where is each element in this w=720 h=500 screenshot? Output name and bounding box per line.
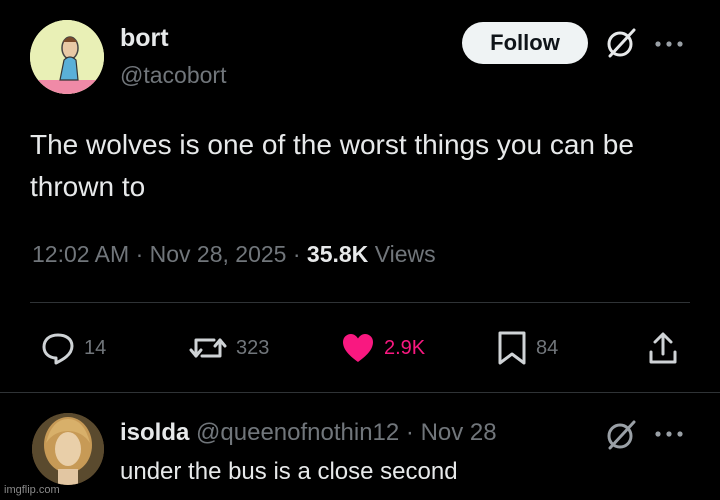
repost-count: 323	[236, 336, 270, 359]
watermark: imgflip.com	[4, 484, 60, 496]
repost-icon	[189, 338, 227, 358]
grok-icon[interactable]	[604, 26, 638, 60]
author-handle[interactable]: @tacobort	[120, 62, 226, 89]
meta-separator: ·	[135, 241, 144, 267]
author-avatar[interactable]	[30, 20, 104, 94]
reply-icon	[42, 333, 74, 365]
bookmark-icon	[498, 331, 526, 365]
reply-count: 14	[84, 336, 107, 359]
divider	[0, 392, 720, 393]
reply-author-name[interactable]: isolda	[120, 419, 189, 446]
bookmark-button[interactable]: 84	[496, 330, 558, 366]
heart-icon	[343, 334, 373, 362]
tweet-time[interactable]: 12:02 AM	[32, 241, 129, 267]
reply-separator: ·	[405, 419, 414, 446]
like-button[interactable]: 2.9K	[340, 330, 425, 366]
divider	[30, 302, 690, 303]
follow-button[interactable]: Follow	[462, 22, 588, 64]
reply-date[interactable]: Nov 28	[421, 419, 497, 446]
like-count: 2.9K	[384, 336, 426, 359]
reply-button[interactable]: 14	[40, 330, 106, 366]
reply-header: isolda @queenofnothin12 · Nov 28	[120, 419, 497, 447]
views-label: Views	[374, 241, 436, 267]
tweet-text: The wolves is one of the worst things yo…	[30, 129, 634, 202]
share-button[interactable]	[648, 330, 686, 366]
more-icon[interactable]	[654, 430, 684, 438]
share-icon	[649, 332, 677, 364]
meta-separator: ·	[292, 241, 301, 267]
tweet-date[interactable]: Nov 28, 2025	[150, 241, 287, 267]
views-count: 35.8K	[306, 241, 369, 267]
tweet-meta: 12:02 AM · Nov 28, 2025 · 35.8K Views	[32, 241, 436, 268]
repost-button[interactable]: 323	[188, 330, 269, 366]
grok-icon[interactable]	[604, 418, 638, 452]
reply-avatar[interactable]	[32, 413, 104, 485]
bookmark-count: 84	[536, 336, 559, 359]
more-icon[interactable]	[654, 40, 684, 48]
reply-author-handle[interactable]: @queenofnothin12	[196, 419, 399, 446]
reply-text: under the bus is a close second	[120, 458, 458, 485]
author-name[interactable]: bort	[120, 24, 169, 53]
